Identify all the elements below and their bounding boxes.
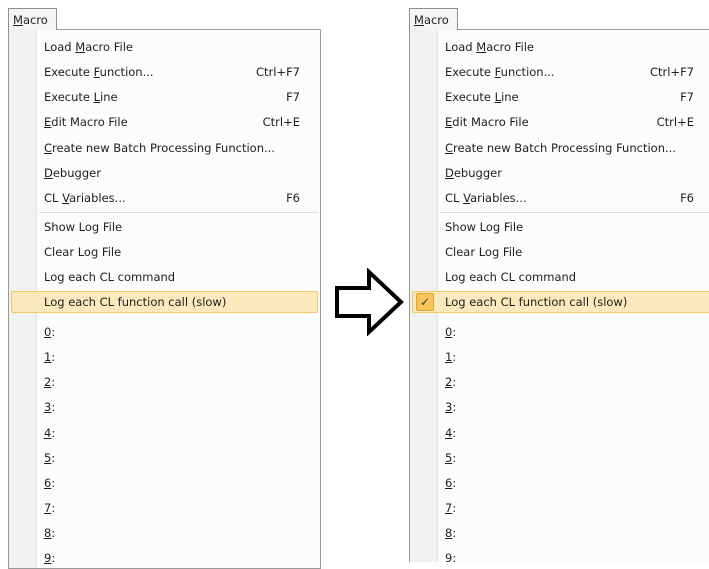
shortcut-label: F7 xyxy=(286,90,300,104)
recent-macro-4[interactable]: 4: xyxy=(11,422,318,444)
menu-item-cl-variables[interactable]: CL Variables... F6 xyxy=(412,187,709,209)
menu-item-show-log-file[interactable]: Show Log File xyxy=(412,216,709,238)
menu-item-cl-variables[interactable]: CL Variables... F6 xyxy=(11,187,318,209)
menu-item-execute-function[interactable]: Execute Function... Ctrl+F7 xyxy=(11,61,318,83)
recent-macro-0[interactable]: 0: xyxy=(412,321,709,343)
recent-macro-8[interactable]: 8: xyxy=(11,522,318,544)
macro-menu-tab[interactable]: Macro xyxy=(409,8,458,30)
menu-item-show-log-file[interactable]: Show Log File xyxy=(11,216,318,238)
menu-panel-before: Macro Load Macro File Execute Function..… xyxy=(8,0,328,569)
menu-item-create-batch-function[interactable]: Create new Batch Processing Function... xyxy=(11,137,318,159)
recent-macro-6[interactable]: 6: xyxy=(11,472,318,494)
recent-macro-0[interactable]: 0: xyxy=(11,321,318,343)
recent-macro-9[interactable]: 9: xyxy=(11,547,318,569)
menu-panel-after: Macro Load Macro File Execute Function..… xyxy=(409,0,709,562)
shortcut-label: F7 xyxy=(680,90,694,104)
recent-macro-9[interactable]: 9: xyxy=(412,547,709,562)
menu-item-load-macro-file[interactable]: Load Macro File xyxy=(412,36,709,58)
menu-item-edit-macro-file[interactable]: Edit Macro File Ctrl+E xyxy=(11,111,318,133)
recent-macro-3[interactable]: 3: xyxy=(11,396,318,418)
recent-macro-6[interactable]: 6: xyxy=(412,472,709,494)
menu-item-load-macro-file[interactable]: Load Macro File xyxy=(11,36,318,58)
macro-dropdown-menu: Load Macro File Execute Function... Ctrl+… xyxy=(8,29,321,569)
menu-item-execute-line[interactable]: Execute Line F7 xyxy=(412,86,709,108)
menu-item-debugger[interactable]: Debugger xyxy=(412,162,709,184)
recent-macro-2[interactable]: 2: xyxy=(412,371,709,393)
recent-macro-5[interactable]: 5: xyxy=(11,447,318,469)
menu-item-debugger[interactable]: Debugger xyxy=(11,162,318,184)
shortcut-label: F6 xyxy=(286,191,300,205)
recent-macro-5[interactable]: 5: xyxy=(412,447,709,469)
menu-item-clear-log-file[interactable]: Clear Log File xyxy=(412,241,709,263)
menu-item-create-batch-function[interactable]: Create new Batch Processing Function... xyxy=(412,137,709,159)
menu-item-edit-macro-file[interactable]: Edit Macro File Ctrl+E xyxy=(412,111,709,133)
menu-item-log-cl-command[interactable]: Log each CL command xyxy=(11,266,318,288)
recent-macro-3[interactable]: 3: xyxy=(412,396,709,418)
checkmark-icon: ✓ xyxy=(416,293,434,311)
recent-macro-1[interactable]: 1: xyxy=(412,346,709,368)
menu-item-log-cl-function-call[interactable]: Log each CL function call (slow) xyxy=(11,291,318,313)
macro-menu-tab[interactable]: Macro xyxy=(8,8,57,30)
shortcut-label: Ctrl+E xyxy=(262,115,300,129)
recent-macro-4[interactable]: 4: xyxy=(412,422,709,444)
menu-title-label: Macro xyxy=(13,13,48,27)
recent-macro-8[interactable]: 8: xyxy=(412,522,709,544)
menu-item-execute-function[interactable]: Execute Function... Ctrl+F7 xyxy=(412,61,709,83)
menu-item-execute-line[interactable]: Execute Line F7 xyxy=(11,86,318,108)
shortcut-label: Ctrl+E xyxy=(656,115,694,129)
shortcut-label: Ctrl+F7 xyxy=(649,65,694,79)
menu-title-label: Macro xyxy=(414,13,449,27)
menu-separator xyxy=(39,212,318,214)
recent-macro-7[interactable]: 7: xyxy=(412,497,709,519)
menu-item-log-cl-command[interactable]: Log each CL command xyxy=(412,266,709,288)
menu-separator xyxy=(440,212,709,214)
recent-macro-1[interactable]: 1: xyxy=(11,346,318,368)
recent-macro-2[interactable]: 2: xyxy=(11,371,318,393)
shortcut-label: F6 xyxy=(680,191,694,205)
menu-item-clear-log-file[interactable]: Clear Log File xyxy=(11,241,318,263)
right-arrow-outline-icon xyxy=(335,268,404,336)
macro-dropdown-menu: Load Macro File Execute Function... Ctrl+… xyxy=(409,29,709,562)
shortcut-label: Ctrl+F7 xyxy=(255,65,300,79)
menu-item-log-cl-function-call[interactable]: ✓ Log each CL function call (slow) xyxy=(412,291,709,313)
recent-macro-7[interactable]: 7: xyxy=(11,497,318,519)
